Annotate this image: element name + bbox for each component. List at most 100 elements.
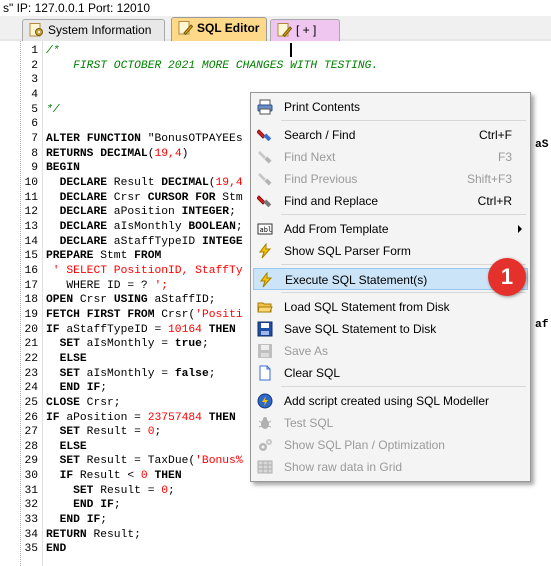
line-number: 20 <box>24 323 38 336</box>
line-text: WHERE ID = ? '; <box>46 279 169 292</box>
menu-separator <box>281 386 526 387</box>
step-number-badge: 1 <box>488 258 526 296</box>
menu-separator <box>281 120 526 121</box>
line-text: END IF; <box>59 382 108 395</box>
line-number: 14 <box>24 235 38 248</box>
line-number: 18 <box>24 294 38 307</box>
execute-lightning-icon <box>260 272 273 288</box>
line-text: SET Result = 0; <box>59 426 162 439</box>
bug-icon <box>258 417 272 429</box>
code-line: 31 SET Result = 0; <box>0 484 551 499</box>
code-line: 1 /* <box>0 44 551 59</box>
lightning-icon <box>259 243 272 259</box>
menu-item-save-as[interactable]: Save As <box>253 340 528 362</box>
line-text: CLOSE Crsr; <box>46 396 121 409</box>
line-number: 9 <box>31 162 38 175</box>
line-number: 5 <box>31 103 38 116</box>
line-text: END <box>46 543 67 556</box>
line-text: RETURN Result; <box>46 528 141 541</box>
line-number: 12 <box>24 206 38 219</box>
line-number: 23 <box>24 367 38 380</box>
line-text: ELSE <box>59 440 87 453</box>
text-cursor <box>290 43 292 57</box>
menu-item-save-sql-to-disk[interactable]: Save SQL Statement to Disk <box>253 318 528 340</box>
code-overflow-line-7: aS <box>535 139 549 151</box>
line-number: 19 <box>24 308 38 321</box>
connection-status-text: s" IP: 127.0.0.1 Port: 12010 <box>3 1 151 15</box>
line-number: 24 <box>24 382 38 395</box>
line-number: 31 <box>24 484 38 497</box>
menu-item-test-sql[interactable]: Test SQL <box>253 412 528 434</box>
code-overflow-line-19: af <box>535 319 549 331</box>
tab-new[interactable]: [ + ] <box>270 19 340 41</box>
code-line: 34 RETURN Result; <box>0 528 551 543</box>
line-text: RETURNS DECIMAL(19,4) <box>46 147 189 160</box>
line-number: 33 <box>24 514 38 527</box>
line-number: 8 <box>31 147 38 160</box>
line-text: ALTER FUNCTION "BonusOTPAYEEs <box>46 132 243 145</box>
modeller-icon <box>257 393 273 409</box>
code-line: 33 END IF; <box>0 513 551 528</box>
line-text: SET Result = 0; <box>73 484 175 497</box>
menu-separator <box>281 214 526 215</box>
line-text: END IF; <box>73 499 121 512</box>
code-line: 32 END IF; <box>0 498 551 513</box>
search-flashlight-icon <box>257 129 272 142</box>
line-number: 15 <box>24 250 38 263</box>
submenu-arrow-icon <box>518 225 522 233</box>
menu-item-show-sql-plan[interactable]: Show SQL Plan / Optimization <box>253 434 528 456</box>
tab-label: System Information <box>48 23 152 37</box>
line-number: 11 <box>24 191 38 204</box>
line-number: 4 <box>31 88 38 101</box>
line-text: DECLARE aPosition INTEGER; <box>59 206 236 219</box>
line-number: 21 <box>24 338 38 351</box>
menu-item-add-from-template[interactable]: abl Add From Template <box>253 218 528 240</box>
line-text: PREPARE Stmt FROM <box>46 250 162 263</box>
line-text: IF aPosition = 23757484 THEN <box>46 411 236 424</box>
blank-page-icon <box>259 365 271 381</box>
line-number: 2 <box>31 59 38 72</box>
tab-system-information[interactable]: System Information <box>22 19 165 41</box>
line-number: 34 <box>24 528 38 541</box>
code-line: 3 <box>0 73 551 88</box>
line-number: 3 <box>31 74 38 87</box>
line-text: OPEN Crsr USING aStaffID; <box>46 294 216 307</box>
menu-item-execute-sql-statements[interactable]: Execute SQL Statement(s) <box>253 268 528 290</box>
line-number: 30 <box>24 470 38 483</box>
tab-sql-editor[interactable]: SQL Editor <box>171 17 267 41</box>
code-line: 2 FIRST OCTOBER 2021 MORE CHANGES WITH T… <box>0 59 551 74</box>
line-text: SET aIsMonthly = false; <box>59 367 216 380</box>
line-number: 7 <box>31 132 38 145</box>
line-number: 28 <box>24 440 38 453</box>
menu-item-find-next[interactable]: Find Next F3 <box>253 146 528 168</box>
line-text: SET aIsMonthly = true; <box>59 338 209 351</box>
menu-item-search-find[interactable]: Search / Find Ctrl+F <box>253 124 528 146</box>
line-number: 25 <box>24 396 38 409</box>
line-text: FETCH FIRST FROM Crsr('Positi <box>46 308 243 321</box>
tab-label: [ + ] <box>296 23 317 37</box>
printer-icon <box>257 99 273 115</box>
gears-icon <box>259 439 272 451</box>
open-folder-icon <box>257 302 273 313</box>
line-number: 6 <box>31 118 38 131</box>
line-text: /* <box>46 45 60 57</box>
menu-item-clear-sql[interactable]: Clear SQL <box>253 362 528 384</box>
menu-item-find-previous[interactable]: Find Previous Shift+F3 <box>253 168 528 190</box>
menu-item-show-raw-data-grid[interactable]: Show raw data in Grid <box>253 456 528 478</box>
line-number: 13 <box>24 220 38 233</box>
save-as-icon <box>258 344 272 358</box>
menu-item-find-and-replace[interactable]: Find and Replace Ctrl+R <box>253 190 528 212</box>
find-replace-icon <box>257 195 272 208</box>
template-icon: abl <box>257 223 273 235</box>
line-text: ELSE <box>59 352 87 365</box>
line-text: DECLARE aStaffTypeID INTEGE <box>59 235 243 248</box>
line-number: 29 <box>24 455 38 468</box>
grid-icon <box>257 460 273 474</box>
line-number: 17 <box>24 279 38 292</box>
svg-text:abl: abl <box>260 226 273 234</box>
menu-item-show-sql-parser-form[interactable]: Show SQL Parser Form <box>253 240 528 262</box>
menu-item-add-script-sql-modeller[interactable]: Add script created using SQL Modeller <box>253 390 528 412</box>
menu-item-print-contents[interactable]: Print Contents <box>253 96 528 118</box>
menu-item-load-sql-from-disk[interactable]: Load SQL Statement from Disk <box>253 296 528 318</box>
line-text: DECLARE aIsMonthly BOOLEAN; <box>59 220 243 233</box>
